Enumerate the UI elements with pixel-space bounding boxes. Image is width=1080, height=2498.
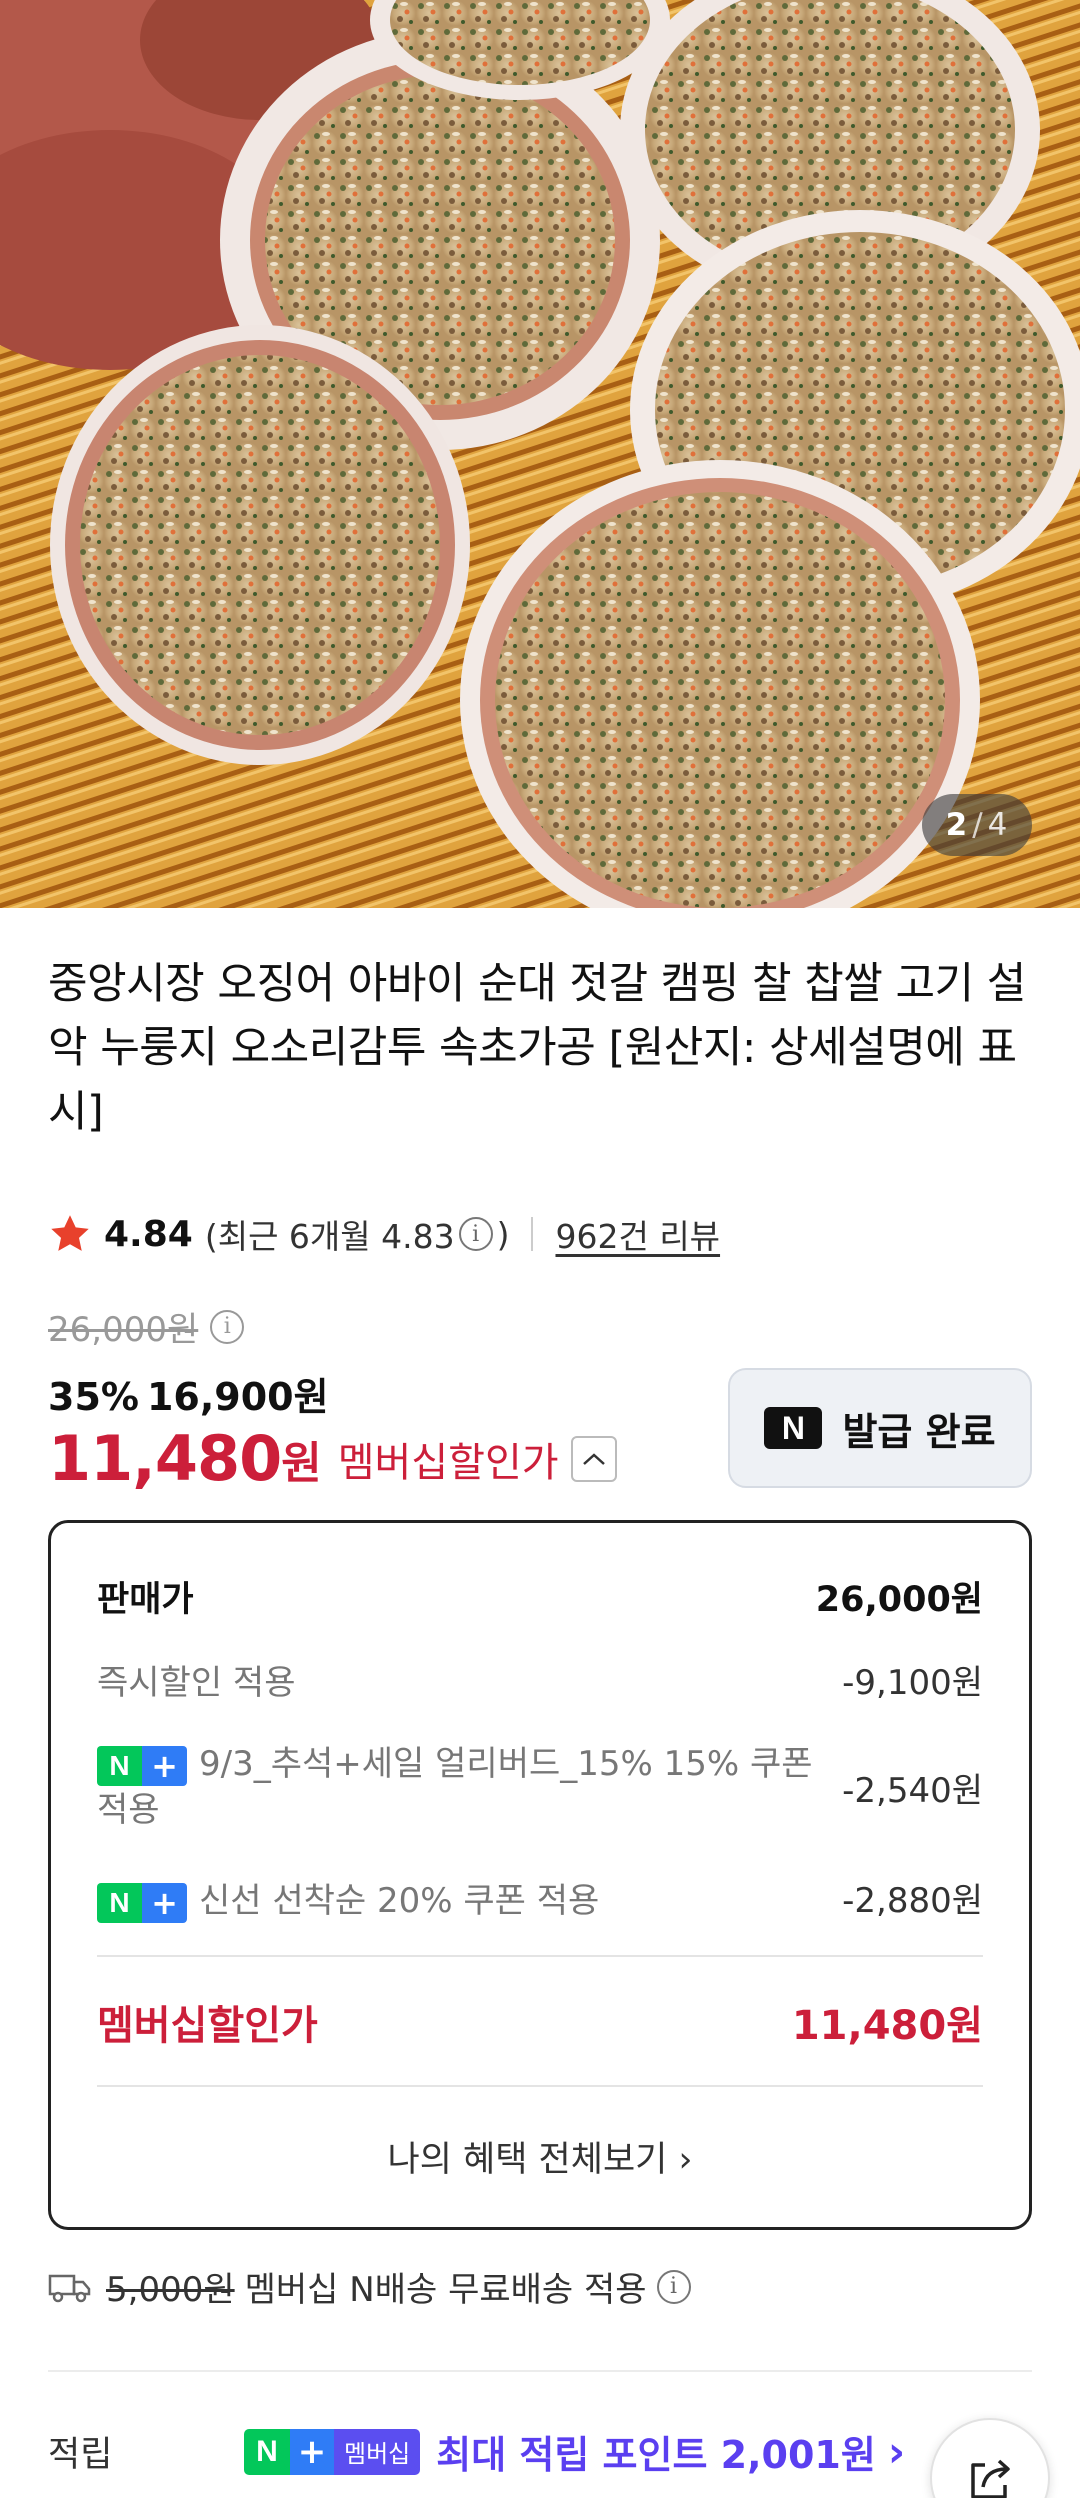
breakdown-item: N + 신선 선착순 20% 쿠폰 적용 -2,880원 xyxy=(97,1873,983,1923)
shipping-row: 5,000원 멤버십 N배송 무료배송 적용 i xyxy=(48,2262,695,2311)
membership-price-amount: 11,480 xyxy=(48,1422,282,1495)
membership-price-row: 11,480 원 멤버십할인가 xyxy=(48,1422,617,1495)
breakdown-item: N +9/3_추석+세일 얼리버드_15% 15% 쿠폰 적용 -2,540원 xyxy=(97,1741,983,1833)
max-points-link[interactable]: 최대 적립 포인트 2,001원 xyxy=(436,2424,876,2479)
membership-total-label: 멤버십할인가 xyxy=(97,2003,318,2049)
membership-price-label: 멤버십할인가 xyxy=(337,1439,559,1486)
recent-rating-text: (최근 6개월 4.83 xyxy=(204,1217,455,1256)
membership-badge-text: 멤버십 xyxy=(334,2428,421,2475)
chevron-right-icon: › xyxy=(887,2427,906,2476)
membership-total-value: 11,480원 xyxy=(791,2003,983,2049)
n-badge: N xyxy=(244,2428,290,2475)
naver-plus-badge: N + xyxy=(97,1882,187,1923)
naver-plus-membership-badge: N + 멤버십 xyxy=(244,2428,421,2475)
original-price: 26,000원 xyxy=(48,1310,199,1350)
sale-price: 16,900원 xyxy=(146,1375,329,1419)
current-page: 2 xyxy=(945,807,969,843)
points-row: 적립 N + 멤버십 최대 적립 포인트 2,001원 › xyxy=(48,2424,1038,2479)
divider xyxy=(48,2370,1032,2372)
sell-price-label: 판매가 xyxy=(97,1580,194,1620)
info-icon[interactable]: i xyxy=(210,1309,245,1344)
chevron-up-icon xyxy=(582,1452,605,1465)
product-image[interactable]: 2 / 4 xyxy=(0,0,1080,908)
star-icon xyxy=(51,1215,89,1251)
recent-rating: (최근 6개월 4.83 i ) xyxy=(205,1210,510,1258)
coupon-issued-label: 발급 완료 xyxy=(842,1409,996,1454)
price-breakdown-panel: 판매가 26,000원 즉시할인 적용 -9,100원 N +9/3_추석+세일 … xyxy=(48,1520,1032,2230)
breakdown-item-value: -2,540원 xyxy=(842,1770,983,1811)
plus-badge: + xyxy=(142,1882,187,1923)
naver-plus-badge: N + xyxy=(97,1745,187,1786)
collapse-breakdown-button[interactable] xyxy=(570,1435,617,1482)
sell-price-row: 판매가 26,000원 xyxy=(97,1571,983,1622)
truck-icon xyxy=(48,2274,91,2302)
coupon-issued-button[interactable]: N 발급 완료 xyxy=(728,1368,1032,1488)
n-badge: N xyxy=(97,1882,142,1923)
free-shipping-text: 멤버십 N배송 무료배송 적용 xyxy=(244,2270,647,2310)
breakdown-item-label: N +9/3_추석+세일 얼리버드_15% 15% 쿠폰 적용 xyxy=(97,1741,837,1833)
membership-price-currency: 원 xyxy=(281,1437,322,1489)
view-all-benefits-link[interactable]: 나의 혜택 전체보기 › xyxy=(51,2131,1029,2182)
breakdown-item: 즉시할인 적용 -9,100원 xyxy=(97,1655,983,1704)
breakdown-item-label: 즉시할인 적용 xyxy=(97,1663,296,1703)
divider xyxy=(97,1955,983,1957)
recent-rating-close: ) xyxy=(496,1214,510,1254)
review-count-link[interactable]: 962건 리뷰 xyxy=(555,1210,720,1258)
membership-total-row: 멤버십할인가 11,480원 xyxy=(97,1993,983,2051)
n-badge: N xyxy=(97,1745,142,1786)
rating-score: 4.84 xyxy=(104,1213,193,1255)
sell-price-value: 26,000원 xyxy=(815,1580,983,1620)
points-label: 적립 xyxy=(48,2435,113,2475)
coupon-label: 신선 선착순 20% 쿠폰 적용 xyxy=(199,1881,600,1921)
divider xyxy=(531,1217,534,1251)
total-pages: 4 xyxy=(987,807,1009,843)
plus-badge: + xyxy=(290,2428,334,2475)
divider xyxy=(97,2085,983,2087)
naver-n-icon: N xyxy=(764,1407,823,1449)
breakdown-item-value: -9,100원 xyxy=(842,1663,983,1703)
coupon-label: 9/3_추석+세일 얼리버드_15% 15% 쿠폰 적용 xyxy=(97,1744,813,1830)
original-shipping-fee: 5,000원 xyxy=(106,2270,235,2310)
original-price-row: 26,000원 i xyxy=(48,1302,248,1351)
discount-percent: 35% xyxy=(48,1375,139,1419)
plus-badge: + xyxy=(142,1745,187,1786)
image-page-indicator: 2 / 4 xyxy=(922,794,1032,856)
share-icon xyxy=(971,2459,1010,2498)
breakdown-item-value: -2,880원 xyxy=(842,1881,983,1922)
breakdown-item-label: N + 신선 선착순 20% 쿠폰 적용 xyxy=(97,1873,599,1923)
page-separator: / xyxy=(972,807,984,843)
rating-row: 4.84 (최근 6개월 4.83 i ) 962건 리뷰 xyxy=(48,1208,720,1260)
product-title: 중앙시장 오징어 아바이 순대 젓갈 캠핑 찰 찹쌀 고기 설악 누룽지 오소리… xyxy=(48,959,1026,1137)
info-icon[interactable]: i xyxy=(656,2269,691,2304)
product-photo-illustration xyxy=(0,0,1080,908)
sale-price-row: 35% 16,900원 xyxy=(48,1366,329,1421)
info-icon[interactable]: i xyxy=(458,1217,493,1251)
